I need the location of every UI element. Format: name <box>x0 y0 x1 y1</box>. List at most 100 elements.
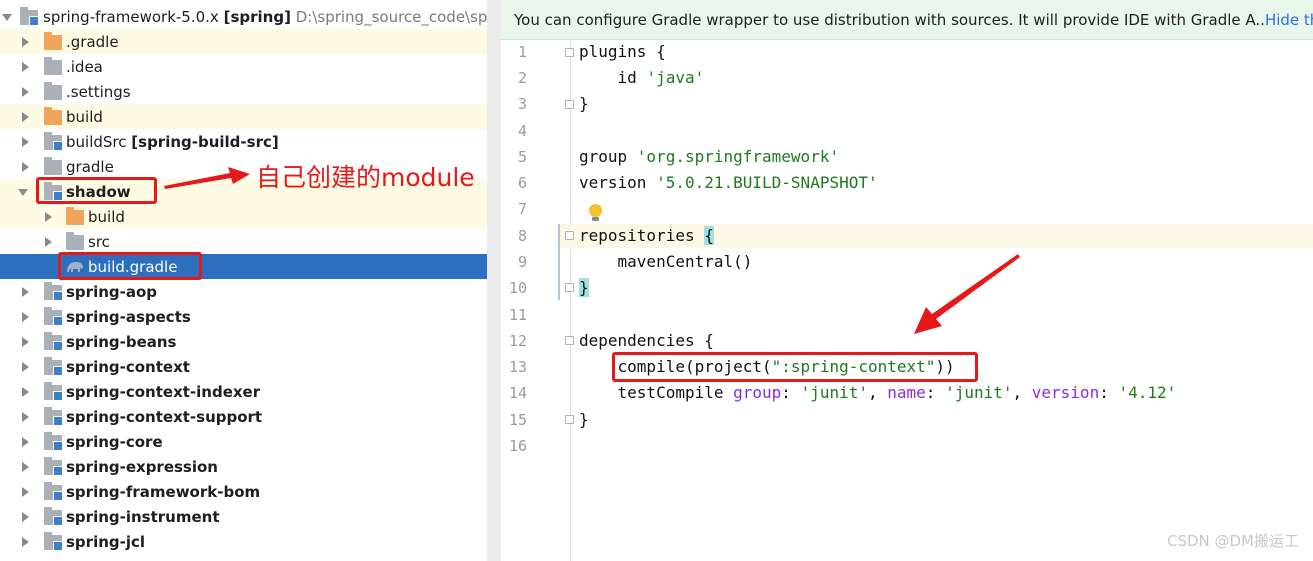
fold-marker-icon[interactable] <box>565 415 574 424</box>
tree-item-spring-context-support[interactable]: spring-context-support <box>0 404 500 429</box>
code-line-1[interactable]: plugins { <box>579 42 666 61</box>
tree-item-spring-core[interactable]: spring-core <box>0 429 500 454</box>
module-icon <box>44 407 63 426</box>
tree-item-label: .gradle <box>66 32 119 51</box>
chevron-right-icon[interactable] <box>20 537 30 547</box>
panel-splitter[interactable] <box>487 0 501 561</box>
tree-item-gradle-dir[interactable]: .gradle <box>0 29 500 54</box>
line-number: 13 <box>508 358 527 376</box>
line-number: 8 <box>517 227 527 245</box>
fold-marker-icon[interactable] <box>565 283 574 292</box>
chevron-right-icon[interactable] <box>20 337 30 347</box>
module-icon <box>20 7 39 26</box>
module-icon <box>44 382 63 401</box>
line-number: 16 <box>508 437 527 455</box>
tree-item-label: build <box>66 107 103 126</box>
fold-marker-icon[interactable] <box>565 48 574 57</box>
module-icon <box>44 332 63 351</box>
code-line-5[interactable]: group 'org.springframework' <box>579 147 839 166</box>
tree-item-label: spring-instrument <box>66 507 220 526</box>
tree-item-idea[interactable]: .idea <box>0 54 500 79</box>
tree-item-buildsrc[interactable]: buildSrc [spring-build-src] <box>0 129 500 154</box>
fold-marker-icon[interactable] <box>565 231 574 240</box>
line-number: 7 <box>517 200 527 218</box>
chevron-right-icon[interactable] <box>20 37 30 47</box>
tree-item-label: spring-aspects <box>66 307 191 326</box>
chevron-right-icon[interactable] <box>20 287 30 297</box>
scope-indicator <box>558 224 560 300</box>
chevron-right-icon[interactable] <box>43 237 53 247</box>
code-line-9[interactable]: mavenCentral() <box>579 252 753 271</box>
chevron-down-icon[interactable] <box>18 187 28 197</box>
chevron-right-icon[interactable] <box>20 412 30 422</box>
tree-item-settings[interactable]: .settings <box>0 79 500 104</box>
tree-item-build[interactable]: build <box>0 104 500 129</box>
chevron-right-icon[interactable] <box>20 312 30 322</box>
annotation-arrow-icon <box>164 167 250 189</box>
module-icon <box>44 457 63 476</box>
folder-icon <box>44 157 62 175</box>
tree-item-spring-expression[interactable]: spring-expression <box>0 454 500 479</box>
tree-item-label: spring-context-support <box>66 407 263 426</box>
code-line-15[interactable]: } <box>579 410 589 429</box>
chevron-right-icon[interactable] <box>20 112 30 122</box>
chevron-right-icon[interactable] <box>20 362 30 372</box>
line-number: 12 <box>508 332 527 350</box>
fold-marker-icon[interactable] <box>565 100 574 109</box>
tree-item-label: .idea <box>66 57 103 76</box>
tree-item-spring-framework-bom[interactable]: spring-framework-bom <box>0 479 500 504</box>
line-number: 11 <box>508 306 527 324</box>
folder-icon <box>44 107 62 125</box>
module-icon <box>44 532 63 551</box>
chevron-right-icon[interactable] <box>43 212 53 222</box>
tree-item-label: spring-jcl <box>66 532 146 551</box>
module-icon <box>44 307 63 326</box>
annotation-arrow-icon <box>914 254 1020 334</box>
code-line-3[interactable]: } <box>579 94 589 113</box>
line-number: 6 <box>517 174 527 192</box>
tree-item-spring-context-indexer[interactable]: spring-context-indexer <box>0 379 500 404</box>
line-number: 15 <box>508 411 527 429</box>
chevron-down-icon[interactable] <box>2 12 12 22</box>
chevron-right-icon[interactable] <box>20 512 30 522</box>
chevron-right-icon[interactable] <box>20 62 30 72</box>
chevron-right-icon[interactable] <box>20 487 30 497</box>
notification-text: You can configure Gradle wrapper to use … <box>514 10 1265 29</box>
tree-root[interactable]: spring-framework-5.0.x [spring] D:\sprin… <box>0 4 500 29</box>
code-line-6[interactable]: version '5.0.21.BUILD-SNAPSHOT' <box>579 173 878 192</box>
code-line-14[interactable]: testCompile group: 'junit', name: 'junit… <box>579 383 1177 402</box>
tree-item-spring-aspects[interactable]: spring-aspects <box>0 304 500 329</box>
tree-item-label: spring-framework-bom <box>66 482 261 501</box>
tree-item-spring-instrument[interactable]: spring-instrument <box>0 504 500 529</box>
chevron-right-icon[interactable] <box>20 87 30 97</box>
tree-item-spring-jcl[interactable]: spring-jcl <box>0 529 500 554</box>
folder-icon <box>44 57 62 75</box>
line-number: 3 <box>517 95 527 113</box>
tree-item-shadow-src[interactable]: src <box>0 229 500 254</box>
line-number: 9 <box>517 253 527 271</box>
code-line-10[interactable]: } <box>579 278 589 297</box>
chevron-right-icon[interactable] <box>20 162 30 172</box>
chevron-right-icon[interactable] <box>20 387 30 397</box>
chevron-right-icon[interactable] <box>20 137 30 147</box>
folder-icon <box>66 207 84 225</box>
line-number: 4 <box>517 122 527 140</box>
tree-item-label: spring-core <box>66 432 163 451</box>
code-line-12[interactable]: dependencies { <box>579 331 714 350</box>
hide-notification-link[interactable]: Hide the ti <box>1265 11 1313 29</box>
tree-item-spring-context[interactable]: spring-context <box>0 354 500 379</box>
tree-item-spring-aop[interactable]: spring-aop <box>0 279 500 304</box>
module-icon <box>44 482 63 501</box>
tree-item-label: src <box>88 232 110 251</box>
line-number: 2 <box>517 69 527 87</box>
code-line-8[interactable]: repositories { <box>579 226 714 245</box>
tree-item-label: spring-aop <box>66 282 158 301</box>
chevron-right-icon[interactable] <box>20 437 30 447</box>
chevron-right-icon[interactable] <box>20 462 30 472</box>
code-line-2[interactable]: id 'java' <box>579 68 705 87</box>
lightbulb-icon[interactable] <box>589 204 602 221</box>
tree-item-shadow-build[interactable]: build <box>0 204 500 229</box>
folder-icon <box>66 232 84 250</box>
tree-item-spring-beans[interactable]: spring-beans <box>0 329 500 354</box>
fold-marker-icon[interactable] <box>565 336 574 345</box>
